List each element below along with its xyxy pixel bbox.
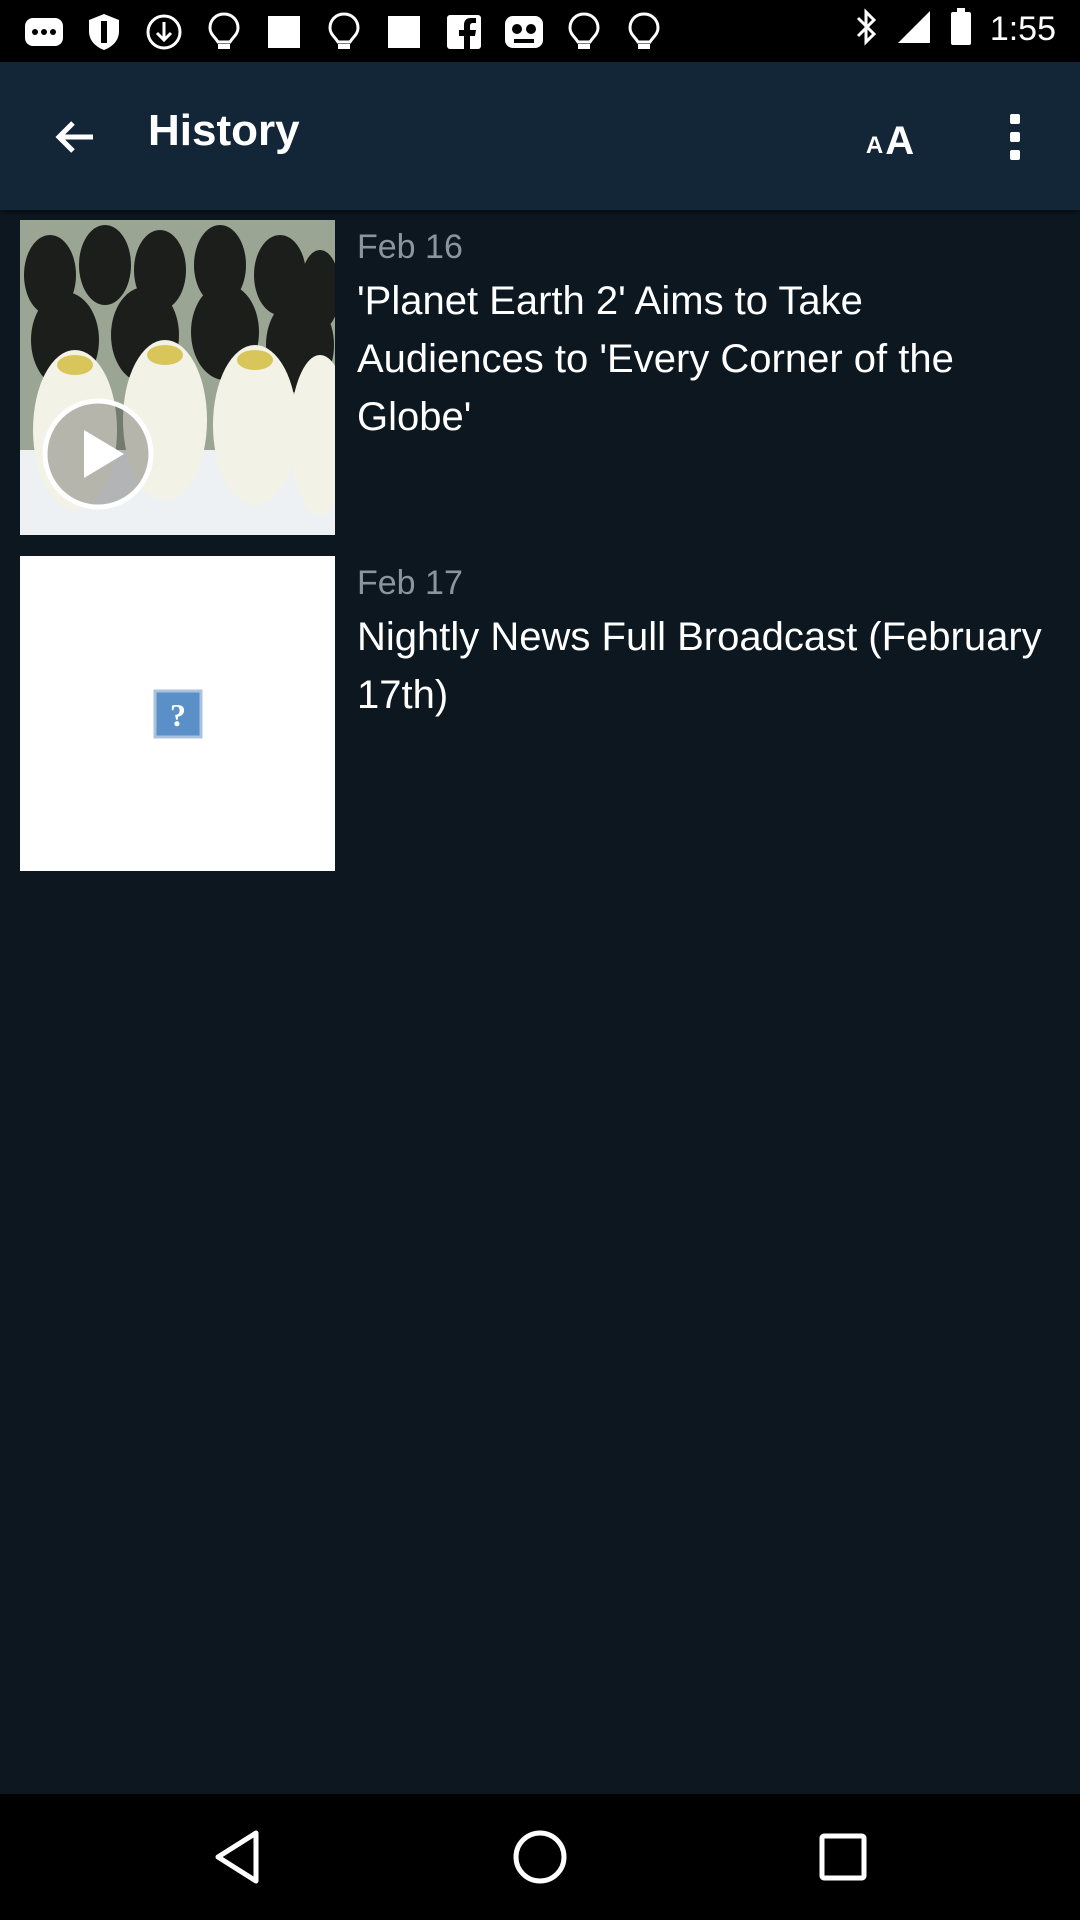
arrow-back-icon (55, 121, 93, 153)
home-circle-icon (513, 1830, 567, 1884)
system-status: 1:55 (854, 8, 1056, 51)
overflow-menu-button[interactable] (990, 102, 1040, 172)
nav-home-button[interactable] (500, 1822, 580, 1892)
more-icon (24, 12, 64, 52)
mask-icon (504, 12, 544, 52)
shield-icon (84, 12, 124, 52)
lightbulb-icon (204, 12, 244, 52)
lightbulb-icon (564, 12, 604, 52)
nav-recents-button[interactable] (803, 1822, 883, 1892)
item-date: Feb 16 (357, 228, 463, 266)
nav-back-button[interactable] (197, 1822, 277, 1892)
app-bar: History A A (0, 62, 1080, 210)
recents-square-icon (819, 1833, 867, 1881)
signal-icon (896, 9, 932, 50)
facebook-icon (444, 12, 484, 52)
history-item[interactable]: ? Feb 17 Nightly News Full Broadcast (Fe… (0, 546, 1080, 882)
dot (1010, 114, 1020, 124)
back-triangle-icon (215, 1830, 259, 1884)
item-title[interactable]: 'Planet Earth 2' Aims to Take Audiences … (357, 272, 1057, 446)
notification-icons (24, 12, 664, 52)
lightbulb-icon (624, 12, 664, 52)
square-icon (384, 12, 424, 52)
battery-icon (950, 8, 972, 51)
status-bar: 1:55 (0, 0, 1080, 62)
lightbulb-icon (324, 12, 364, 52)
dot (1010, 150, 1020, 160)
video-thumbnail[interactable] (20, 220, 335, 535)
text-size-small-glyph: A (865, 132, 884, 159)
text-size-button[interactable]: A A (850, 102, 930, 172)
page-title: History (148, 106, 300, 155)
history-list: Feb 16 'Planet Earth 2' Aims to Take Aud… (0, 210, 1080, 882)
bluetooth-icon (854, 8, 878, 51)
square-icon (264, 12, 304, 52)
play-icon (42, 398, 154, 510)
dot (1010, 132, 1020, 142)
article-thumbnail[interactable]: ? (20, 556, 335, 871)
missing-image-icon: ? (153, 689, 203, 739)
text-size-big-glyph: A (885, 119, 915, 163)
back-button[interactable] (40, 102, 110, 172)
item-title[interactable]: Nightly News Full Broadcast (February 17… (357, 608, 1057, 724)
status-time: 1:55 (989, 10, 1056, 48)
svg-text:?: ? (170, 697, 186, 733)
history-item[interactable]: Feb 16 'Planet Earth 2' Aims to Take Aud… (0, 210, 1080, 546)
item-date: Feb 17 (357, 564, 463, 602)
download-icon (144, 12, 184, 52)
navigation-bar (0, 1794, 1080, 1920)
